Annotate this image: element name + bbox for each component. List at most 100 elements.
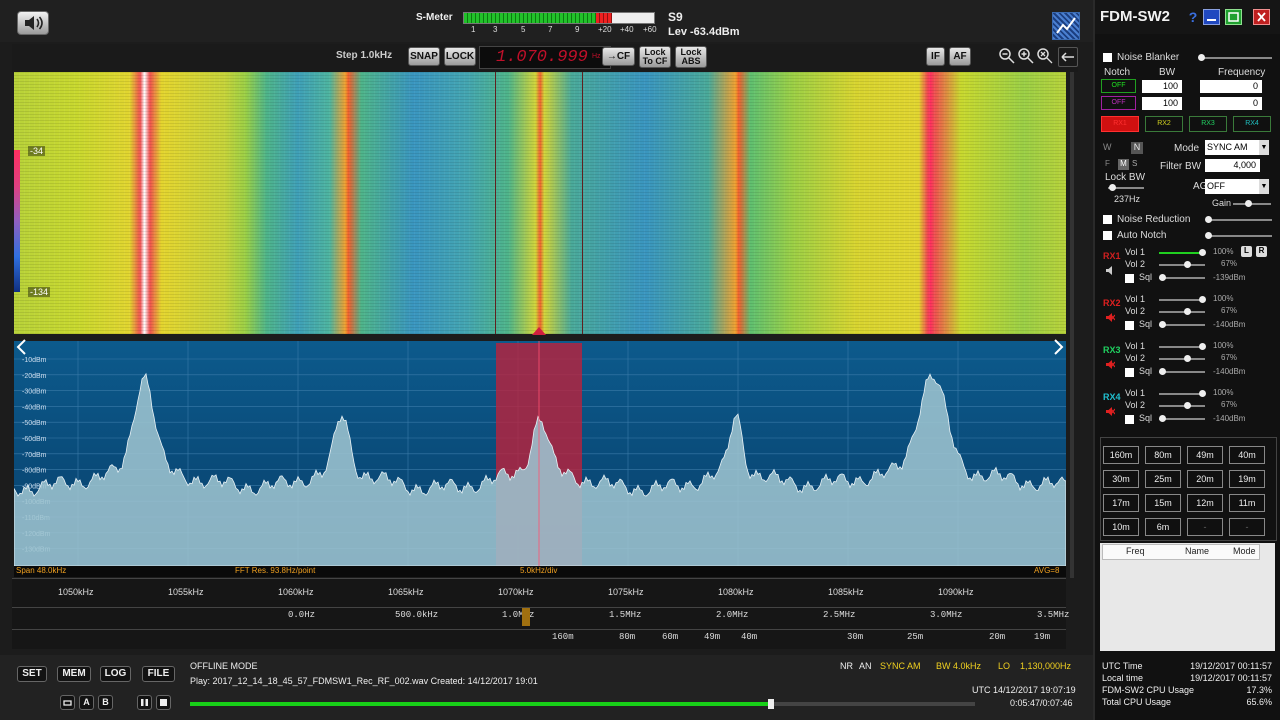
band-button[interactable]: - xyxy=(1229,518,1265,536)
notch-2-frequency[interactable]: 0 xyxy=(1200,97,1262,110)
repeat-a-button[interactable]: A xyxy=(79,695,94,710)
mem-button[interactable]: MEM xyxy=(57,666,91,682)
band-button[interactable]: 30m xyxy=(1103,470,1139,488)
af-button[interactable]: AF xyxy=(949,47,971,66)
lock-button[interactable]: LOCK xyxy=(444,47,476,66)
notch-2-bw[interactable]: 100 xyxy=(1142,97,1182,110)
speaker-mute-icon[interactable] xyxy=(1105,359,1116,370)
band-button[interactable]: 12m xyxy=(1187,494,1223,512)
squelch-knob[interactable] xyxy=(1159,274,1166,281)
scroll-right-button[interactable] xyxy=(1050,337,1066,357)
noise-reduction-slider[interactable] xyxy=(1208,219,1272,221)
notch-1-toggle[interactable]: OFF xyxy=(1101,79,1136,93)
squelch-knob[interactable] xyxy=(1159,321,1166,328)
vol1-knob[interactable] xyxy=(1199,249,1206,256)
left-channel-button[interactable]: L xyxy=(1241,246,1252,257)
vol2-knob[interactable] xyxy=(1184,402,1191,409)
if-button[interactable]: IF xyxy=(926,47,945,66)
band-button[interactable]: 17m xyxy=(1103,494,1139,512)
notch-2-toggle[interactable]: OFF xyxy=(1101,96,1136,110)
frequency-display[interactable]: 1.070.999 Hz xyxy=(479,46,611,69)
pause-button[interactable] xyxy=(137,695,152,710)
noise-blanker-knob[interactable] xyxy=(1198,54,1205,61)
band-button[interactable]: 15m xyxy=(1145,494,1181,512)
help-button[interactable]: ? xyxy=(1186,9,1200,25)
band-button[interactable]: 6m xyxy=(1145,518,1181,536)
gain-slider[interactable] xyxy=(1233,203,1271,205)
w-button[interactable]: W xyxy=(1103,142,1115,154)
s-button[interactable]: S xyxy=(1132,159,1142,170)
n-button[interactable]: N xyxy=(1131,142,1143,154)
frequency-scale[interactable]: 1050kHz 1055kHz 1060kHz 1065kHz 1070kHz 1075k… xyxy=(12,578,1069,649)
lock-bw-knob[interactable] xyxy=(1109,184,1116,191)
vol2-slider[interactable] xyxy=(1159,358,1205,360)
memory-column-header[interactable]: Name xyxy=(1185,546,1209,556)
speaker-mute-icon[interactable] xyxy=(1105,265,1115,276)
squelch-knob[interactable] xyxy=(1159,368,1166,375)
vol2-knob[interactable] xyxy=(1184,355,1191,362)
log-button[interactable]: LOG xyxy=(100,666,131,682)
spectrum-display[interactable]: -10dBm -20dBm -30dBm -40dBm -50dBm -60dBm -70d… xyxy=(14,341,1066,566)
rx-select-2[interactable]: RX2 xyxy=(1145,116,1183,132)
stop-button[interactable] xyxy=(156,695,171,710)
close-button[interactable] xyxy=(1253,9,1270,25)
band-button[interactable]: 20m xyxy=(1187,470,1223,488)
scroll-left-button[interactable] xyxy=(14,337,30,357)
vol1-knob[interactable] xyxy=(1199,390,1206,397)
band-button[interactable]: 11m xyxy=(1229,494,1265,512)
squelch-checkbox[interactable] xyxy=(1125,415,1134,424)
band-button[interactable]: 80m xyxy=(1145,446,1181,464)
notch-1-frequency[interactable]: 0 xyxy=(1200,80,1262,93)
band-button[interactable]: 49m xyxy=(1187,446,1223,464)
filter-bw-field[interactable]: 4,000 xyxy=(1205,159,1260,172)
band-button[interactable]: - xyxy=(1187,518,1223,536)
squelch-knob[interactable] xyxy=(1159,415,1166,422)
band-button[interactable]: 160m xyxy=(1103,446,1139,464)
vol2-slider[interactable] xyxy=(1159,311,1205,313)
noise-blanker-slider[interactable] xyxy=(1202,57,1272,59)
f-button[interactable]: F xyxy=(1105,159,1115,170)
minimize-button[interactable] xyxy=(1203,9,1220,25)
spectrum-settings-button[interactable] xyxy=(1052,12,1080,40)
vol1-knob[interactable] xyxy=(1199,343,1206,350)
vol2-slider[interactable] xyxy=(1159,405,1205,407)
zoom-in-icon[interactable] xyxy=(1017,47,1035,65)
back-button[interactable] xyxy=(1058,47,1078,67)
auto-notch-knob[interactable] xyxy=(1205,232,1212,239)
noise-reduction-knob[interactable] xyxy=(1205,216,1212,223)
tune-marker[interactable] xyxy=(532,327,546,335)
squelch-checkbox[interactable] xyxy=(1125,274,1134,283)
speaker-mute-icon[interactable] xyxy=(1105,406,1116,417)
lock-abs-button[interactable]: Lock ABS xyxy=(675,46,707,68)
speaker-mute-icon[interactable] xyxy=(1105,312,1116,323)
vol2-slider[interactable] xyxy=(1159,264,1205,266)
playback-progress-track[interactable] xyxy=(190,699,975,709)
vol2-knob[interactable] xyxy=(1184,261,1191,268)
noise-reduction-checkbox[interactable] xyxy=(1103,215,1112,224)
vol2-knob[interactable] xyxy=(1184,308,1191,315)
loop-button[interactable] xyxy=(60,695,75,710)
right-channel-button[interactable]: R xyxy=(1256,246,1267,257)
m-button[interactable]: M xyxy=(1118,159,1129,170)
to-cf-button[interactable]: →CF xyxy=(602,47,635,66)
file-button[interactable]: FILE xyxy=(142,666,175,682)
wideband-position[interactable] xyxy=(522,608,530,626)
rx-select-3[interactable]: RX3 xyxy=(1189,116,1227,132)
rx-select-4[interactable]: RX4 xyxy=(1233,116,1271,132)
squelch-checkbox[interactable] xyxy=(1125,368,1134,377)
repeat-b-button[interactable]: B xyxy=(98,695,113,710)
auto-notch-checkbox[interactable] xyxy=(1103,231,1112,240)
squelch-checkbox[interactable] xyxy=(1125,321,1134,330)
band-button[interactable]: 19m xyxy=(1229,470,1265,488)
rx-select-1[interactable]: RX1 xyxy=(1101,116,1139,132)
snap-button[interactable]: SNAP xyxy=(408,47,440,66)
maximize-button[interactable] xyxy=(1225,9,1242,25)
set-button[interactable]: SET xyxy=(17,666,47,682)
memory-list[interactable]: Freq Name Mode xyxy=(1100,543,1275,651)
zoom-out-icon[interactable] xyxy=(998,47,1016,65)
agc-select[interactable]: OFF ▼ xyxy=(1205,179,1269,194)
zoom-fit-icon[interactable] xyxy=(1036,47,1054,65)
band-button[interactable]: 40m xyxy=(1229,446,1265,464)
step-label[interactable]: Step 1.0kHz xyxy=(336,50,392,61)
memory-column-header[interactable]: Freq xyxy=(1126,546,1145,556)
